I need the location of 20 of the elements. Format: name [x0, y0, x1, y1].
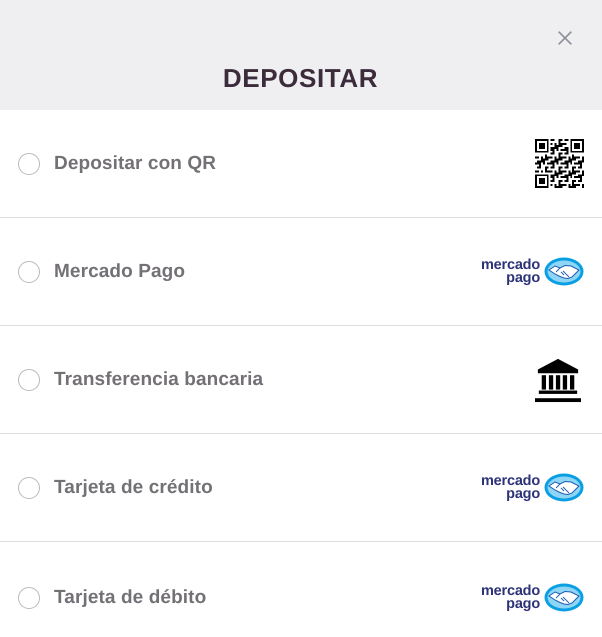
- logo-wordmark: mercado pago: [480, 258, 540, 284]
- option-label[interactable]: Tarjeta de débito: [54, 586, 206, 608]
- dialog-title: DEPOSITAR: [222, 62, 380, 94]
- radio-button[interactable]: [18, 368, 40, 390]
- option-label[interactable]: Mercado Pago: [54, 260, 186, 282]
- handshake-icon: [544, 583, 584, 612]
- handshake-icon: [544, 473, 584, 502]
- option-label[interactable]: Tarjeta de crédito: [54, 476, 213, 498]
- option-label[interactable]: Transferencia bancaria: [54, 368, 264, 390]
- bank-icon: [535, 356, 581, 402]
- qr-code-icon: [535, 139, 584, 188]
- radio-button[interactable]: [18, 260, 40, 282]
- radio-button[interactable]: [18, 476, 40, 498]
- handshake-icon: [544, 257, 584, 286]
- close-icon: [558, 31, 572, 45]
- radio-button[interactable]: [18, 152, 40, 174]
- option-label[interactable]: Depositar con QR: [54, 152, 216, 174]
- radio-button[interactable]: [18, 586, 40, 608]
- logo-wordmark: mercado pago: [480, 474, 540, 500]
- logo-wordmark: mercado pago: [480, 584, 540, 610]
